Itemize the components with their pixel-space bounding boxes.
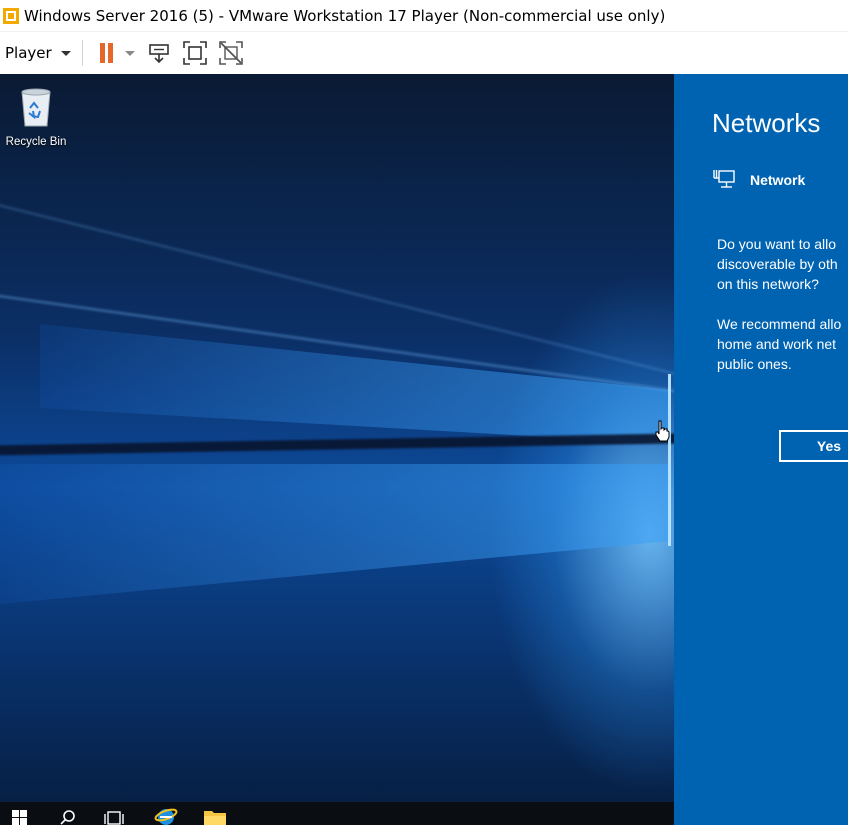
wallpaper-pane [40, 324, 670, 444]
search-icon[interactable] [60, 810, 76, 825]
network-item[interactable]: Network [712, 168, 805, 192]
task-view-icon[interactable] [104, 810, 124, 825]
title-bar: Windows Server 2016 (5) - VMware Worksta… [0, 0, 848, 32]
yes-button[interactable]: Yes [779, 430, 848, 462]
ethernet-network-icon [713, 170, 735, 188]
recycle-bin-icon [21, 88, 51, 127]
wallpaper-beam [0, 433, 674, 456]
vmware-player-icon [3, 7, 19, 24]
send-ctrl-alt-del-icon[interactable] [145, 39, 173, 67]
vm-guest-screen[interactable]: Recycle Bin [0, 74, 674, 825]
window-title: Windows Server 2016 (5) - VMware Worksta… [24, 6, 666, 25]
recommendation-line: public ones. [717, 356, 792, 372]
file-explorer-icon[interactable] [203, 808, 227, 825]
network-name: Network [750, 172, 806, 188]
discovery-question-line: on this network? [717, 276, 819, 292]
discovery-question-line: Do you want to allo [717, 236, 837, 252]
hand-cursor-icon [655, 420, 670, 442]
start-icon[interactable] [12, 810, 27, 825]
pause-icon [99, 43, 115, 63]
toolbar-divider [81, 40, 83, 66]
pause-button[interactable] [97, 38, 117, 68]
recommendation-line: We recommend allo [717, 316, 842, 332]
guest-taskbar [0, 802, 674, 825]
networks-flyout: Networks Network Do you want to allo dis… [674, 74, 848, 825]
toolbar: Player [0, 32, 848, 74]
internet-explorer-icon[interactable] [154, 806, 178, 825]
unity-disabled-icon[interactable] [217, 39, 245, 67]
wallpaper-window-edge [668, 374, 671, 546]
fit-guest-icon[interactable] [181, 39, 209, 67]
recommendation-line: home and work net [717, 336, 837, 352]
discovery-question-line: discoverable by oth [717, 256, 838, 272]
player-menu-button[interactable]: Player [0, 32, 71, 74]
desktop-icon-recycle-bin[interactable]: Recycle Bin [4, 84, 68, 148]
networks-title: Networks [712, 108, 821, 138]
pause-options-chevron-icon[interactable] [124, 50, 135, 56]
wallpaper-pane [0, 464, 670, 604]
player-menu-label: Player [5, 44, 52, 62]
recycle-bin-label: Recycle Bin [5, 136, 67, 148]
chevron-down-icon [60, 50, 71, 56]
